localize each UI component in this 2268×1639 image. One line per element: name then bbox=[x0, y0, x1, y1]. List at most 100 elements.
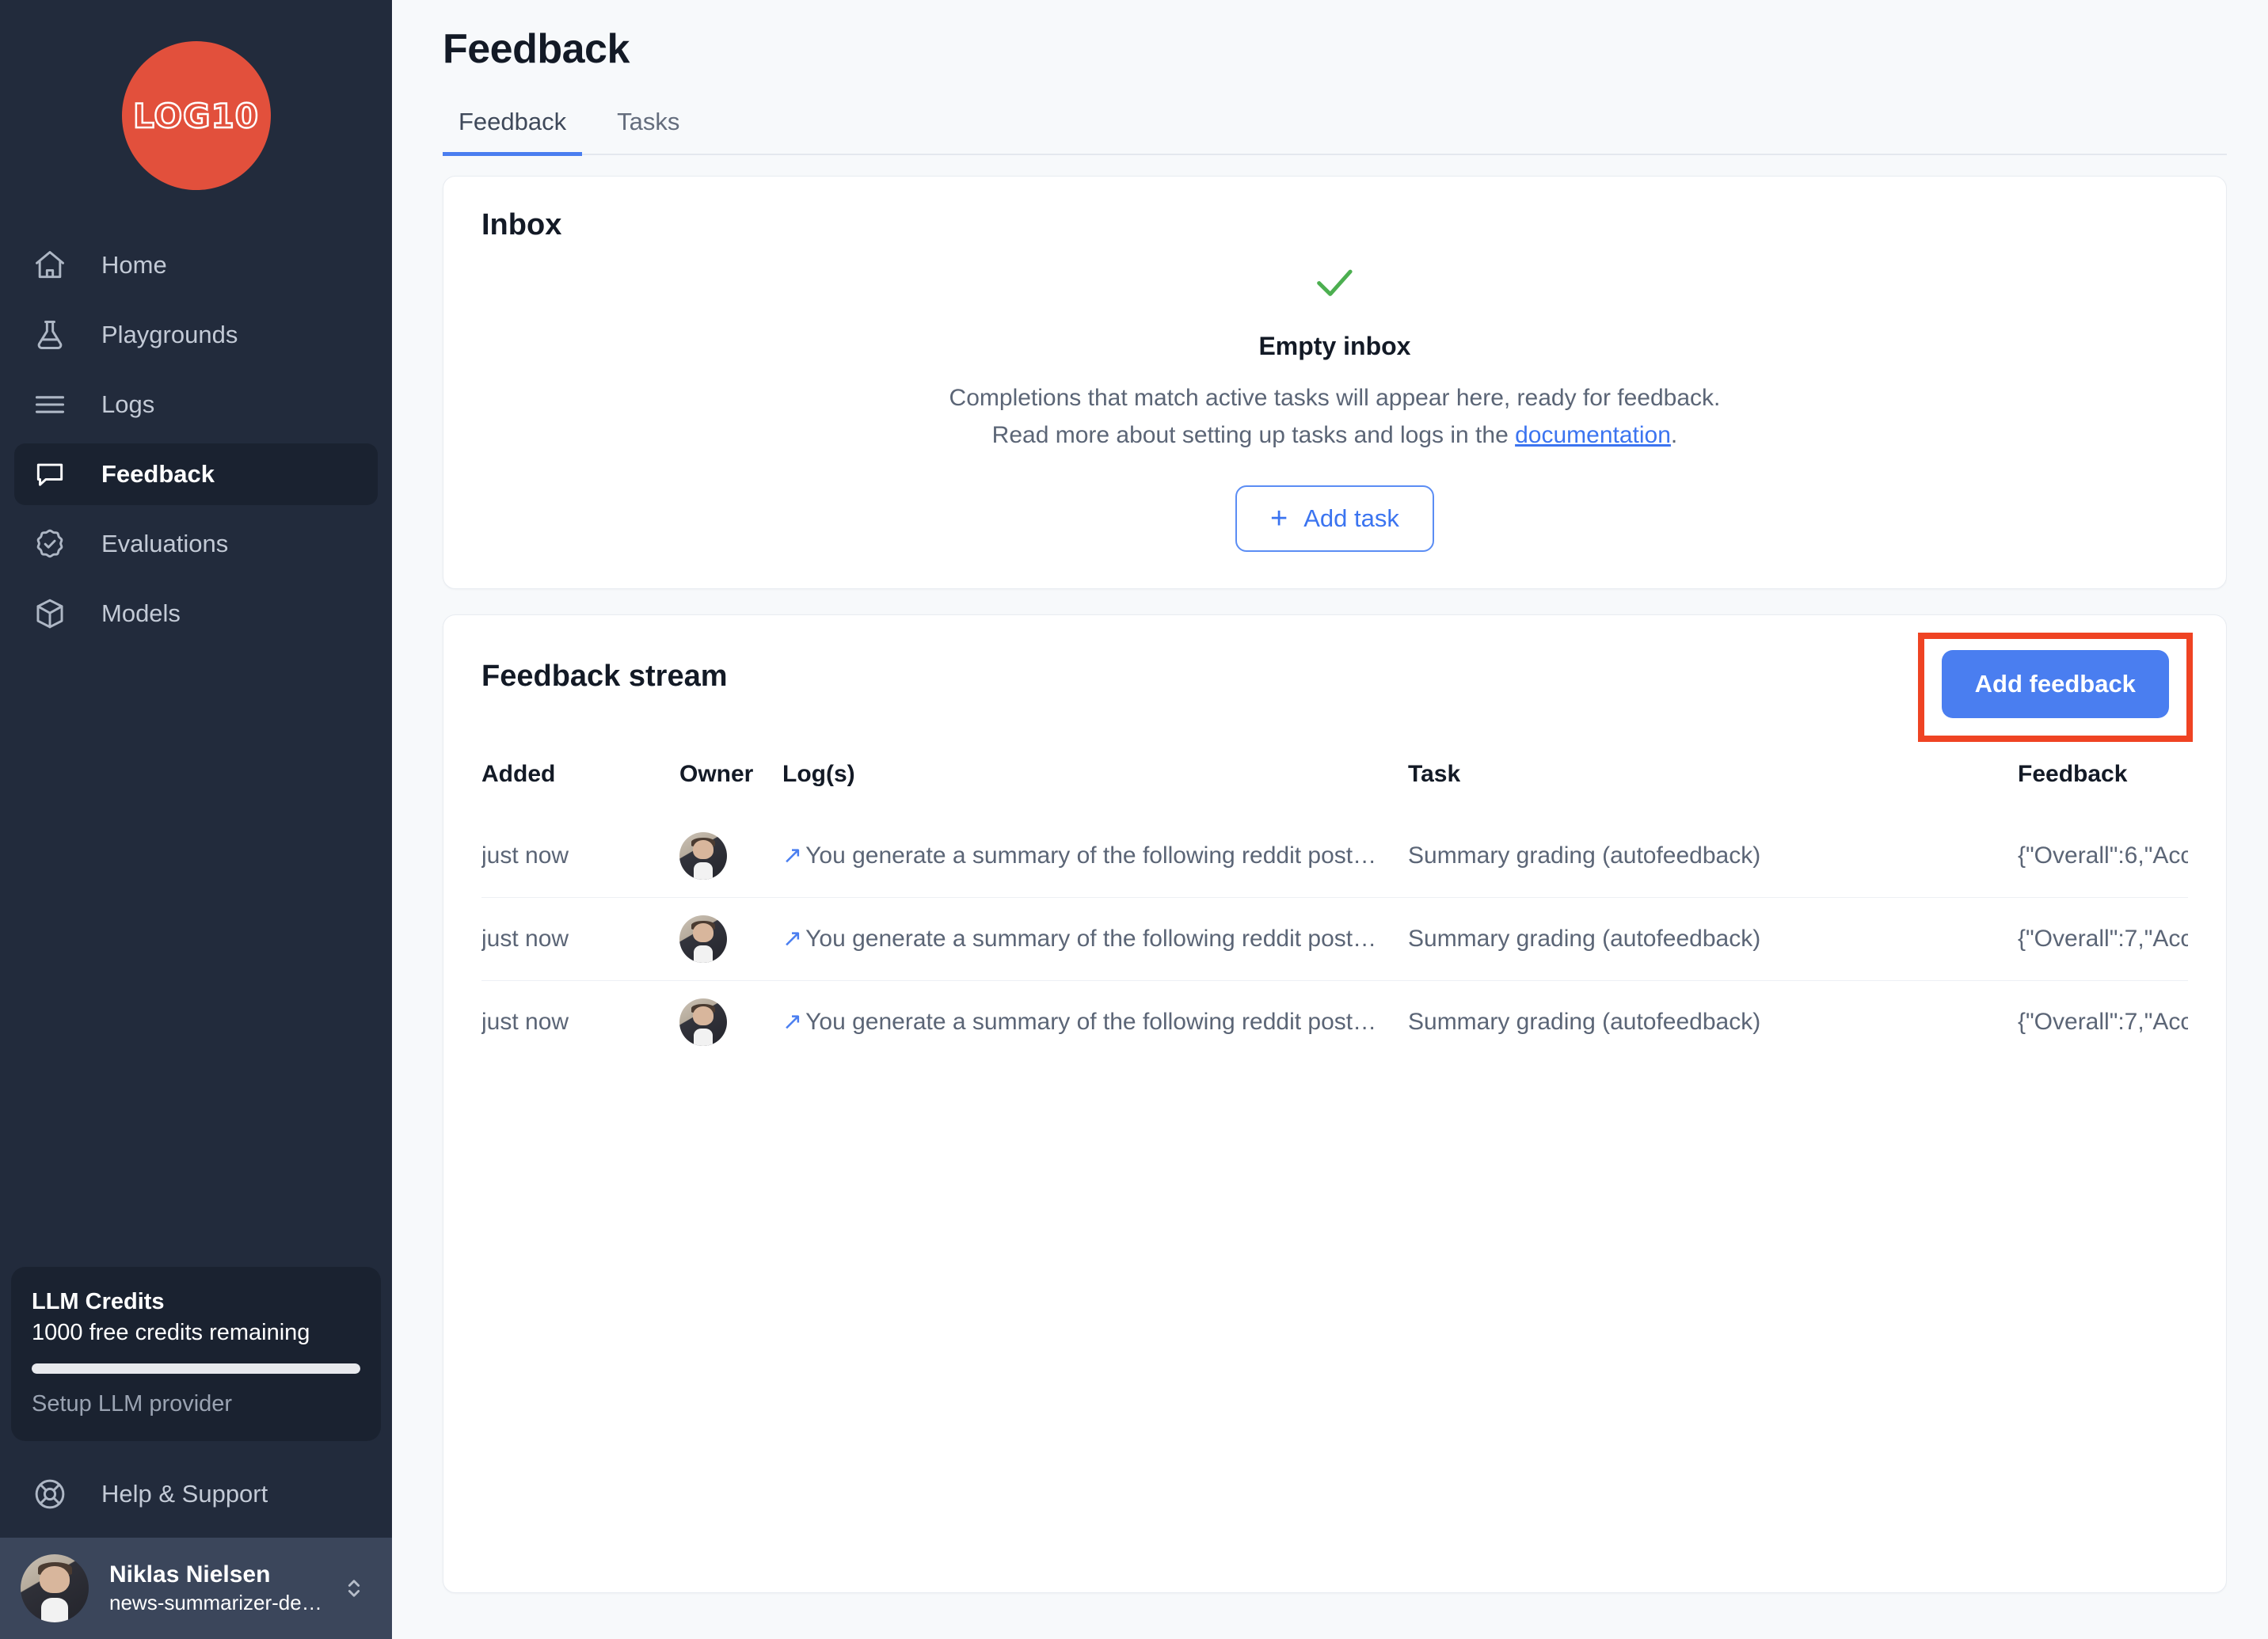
inbox-title: Inbox bbox=[481, 208, 562, 241]
tab-feedback[interactable]: Feedback bbox=[443, 108, 583, 156]
table-header-row: Added Owner Log(s) Task Feedback bbox=[481, 761, 2188, 815]
table-body: just now ↗ You generate a summary of the… bbox=[481, 815, 2188, 1063]
cell-logs[interactable]: ↗ You generate a summary of the followin… bbox=[782, 815, 1408, 898]
sidebar-item-home[interactable]: Home bbox=[14, 234, 378, 296]
setup-llm-provider-link[interactable]: Setup LLM provider bbox=[32, 1391, 360, 1417]
llm-credits-title: LLM Credits bbox=[32, 1289, 165, 1314]
flask-icon bbox=[32, 317, 68, 353]
page-right-edge bbox=[2226, 0, 2268, 1639]
inbox-card: Inbox Empty inbox Completions that match… bbox=[443, 176, 2227, 589]
main-content: Feedback Feedback Tasks Inbox Empty inbo… bbox=[392, 0, 2268, 1639]
logo-text: LOG10 bbox=[132, 95, 259, 136]
sidebar-item-label: Feedback bbox=[101, 460, 215, 488]
feedback-stream-title: Feedback stream bbox=[481, 660, 728, 693]
empty-inbox-title: Empty inbox bbox=[1258, 332, 1411, 360]
sidebar-item-label: Evaluations bbox=[101, 530, 229, 557]
column-header-feedback[interactable]: Feedback bbox=[2018, 761, 2188, 815]
sidebar: LOG10 Home Playgrounds Logs Feedback Eva… bbox=[0, 0, 392, 1639]
user-project-name: news-summarizer-demo-01 bbox=[109, 1590, 333, 1614]
sidebar-item-logs[interactable]: Logs bbox=[14, 374, 378, 435]
cell-owner bbox=[679, 897, 782, 981]
documentation-link[interactable]: documentation bbox=[1515, 422, 1671, 448]
external-link-arrow-icon[interactable]: ↗ bbox=[782, 927, 802, 951]
docs-line-prefix: Read more about setting up tasks and log… bbox=[991, 421, 1516, 448]
add-task-button[interactable]: + Add task bbox=[1235, 485, 1434, 552]
cell-added: just now bbox=[481, 897, 679, 981]
llm-credits-progress-fill bbox=[32, 1363, 360, 1374]
llm-credits-remaining: 1000 free credits remaining bbox=[32, 1320, 310, 1345]
cell-logs[interactable]: ↗ You generate a summary of the followin… bbox=[782, 897, 1408, 981]
cell-task: Summary grading (autofeedback) bbox=[1408, 897, 2018, 981]
tab-tasks[interactable]: Tasks bbox=[601, 108, 695, 156]
sidebar-nav: Home Playgrounds Logs Feedback Evaluatio… bbox=[0, 234, 392, 652]
help-and-support-label: Help & Support bbox=[101, 1480, 268, 1508]
sidebar-item-label: Logs bbox=[101, 390, 155, 418]
logo-circle: LOG10 bbox=[121, 41, 271, 190]
list-lines-icon bbox=[32, 386, 68, 423]
speech-bubble-icon bbox=[32, 456, 68, 492]
add-feedback-highlight-box: Add feedback bbox=[1917, 633, 2193, 742]
add-task-label: Add task bbox=[1303, 504, 1399, 532]
logo[interactable]: LOG10 bbox=[0, 0, 392, 234]
table-row[interactable]: just now ↗ You generate a summary of the… bbox=[481, 980, 2188, 1063]
home-icon bbox=[32, 247, 68, 283]
llm-credits-card: LLM Credits 1000 free credits remaining … bbox=[11, 1267, 381, 1441]
sidebar-item-feedback[interactable]: Feedback bbox=[14, 443, 378, 505]
external-link-arrow-icon[interactable]: ↗ bbox=[782, 844, 802, 868]
column-header-logs[interactable]: Log(s) bbox=[782, 761, 1408, 815]
sidebar-item-label: Models bbox=[101, 599, 181, 627]
help-and-support-item[interactable]: Help & Support bbox=[0, 1451, 392, 1538]
cell-added: just now bbox=[481, 842, 569, 869]
cell-task: Summary grading (autofeedback) bbox=[1408, 842, 1761, 869]
docs-line-suffix: . bbox=[1670, 421, 1678, 448]
log-text: You generate a summary of the following … bbox=[805, 926, 1377, 952]
page-title: Feedback bbox=[443, 26, 630, 72]
tab-bar: Feedback Tasks bbox=[443, 108, 2227, 156]
feedback-stream-header: Feedback stream Add feedback bbox=[481, 633, 2193, 742]
empty-inbox-docs-line: Read more about setting up tasks and log… bbox=[992, 417, 1678, 454]
sidebar-item-playgrounds[interactable]: Playgrounds bbox=[14, 304, 378, 366]
avatar bbox=[679, 832, 727, 880]
column-header-added[interactable]: Added bbox=[481, 761, 679, 815]
user-meta: Niklas Nielsen news-summarizer-demo-01 bbox=[109, 1560, 333, 1616]
feedback-stream-card: Feedback stream Add feedback Added Owner… bbox=[443, 614, 2227, 1593]
avatar bbox=[679, 998, 727, 1046]
table-header: Added Owner Log(s) Task Feedback bbox=[481, 761, 2188, 815]
cell-feedback: {"Overall":7,"Accur bbox=[2018, 897, 2188, 981]
cell-feedback: {"Overall":6,"Accur bbox=[2018, 842, 2188, 869]
sidebar-item-label: Home bbox=[101, 251, 167, 279]
lifebuoy-icon bbox=[32, 1476, 68, 1512]
feedback-stream-empty-area bbox=[481, 1063, 2188, 1592]
cell-logs[interactable]: ↗ You generate a summary of the followin… bbox=[782, 980, 1408, 1063]
sidebar-item-label: Playgrounds bbox=[101, 321, 238, 348]
cell-feedback: {"Overall":7,"Accur bbox=[2018, 980, 2188, 1063]
avatar bbox=[679, 915, 727, 963]
cell-owner bbox=[679, 815, 782, 898]
log-text: You generate a summary of the following … bbox=[805, 842, 1377, 869]
llm-credits-progress-bar bbox=[32, 1363, 360, 1374]
column-header-task[interactable]: Task bbox=[1408, 761, 2018, 815]
cell-owner bbox=[679, 980, 782, 1063]
avatar bbox=[21, 1554, 89, 1622]
feedback-stream-table: Added Owner Log(s) Task Feedback just no… bbox=[481, 761, 2188, 1063]
log-text: You generate a summary of the following … bbox=[805, 1009, 1377, 1035]
external-link-arrow-icon[interactable]: ↗ bbox=[782, 1010, 802, 1034]
inbox-empty-state: Empty inbox Completions that match activ… bbox=[481, 242, 2188, 552]
add-feedback-button[interactable]: Add feedback bbox=[1941, 650, 2169, 718]
badge-check-icon bbox=[32, 526, 68, 562]
column-header-owner[interactable]: Owner bbox=[679, 761, 782, 815]
table-row[interactable]: just now ↗ You generate a summary of the… bbox=[481, 897, 2188, 981]
table-row[interactable]: just now ↗ You generate a summary of the… bbox=[481, 815, 2188, 898]
user-name: Niklas Nielsen bbox=[109, 1561, 271, 1588]
cell-task: Summary grading (autofeedback) bbox=[1408, 980, 2018, 1063]
cube-icon bbox=[32, 595, 68, 632]
chevron-up-down-icon[interactable] bbox=[333, 1568, 375, 1609]
plus-icon: + bbox=[1270, 502, 1288, 535]
check-icon bbox=[1310, 258, 1359, 311]
sidebar-item-evaluations[interactable]: Evaluations bbox=[14, 513, 378, 575]
sidebar-item-models[interactable]: Models bbox=[14, 583, 378, 645]
user-profile-bar[interactable]: Niklas Nielsen news-summarizer-demo-01 bbox=[0, 1538, 392, 1639]
cell-added: just now bbox=[481, 980, 679, 1063]
empty-inbox-description: Completions that match active tasks will… bbox=[949, 385, 1721, 411]
